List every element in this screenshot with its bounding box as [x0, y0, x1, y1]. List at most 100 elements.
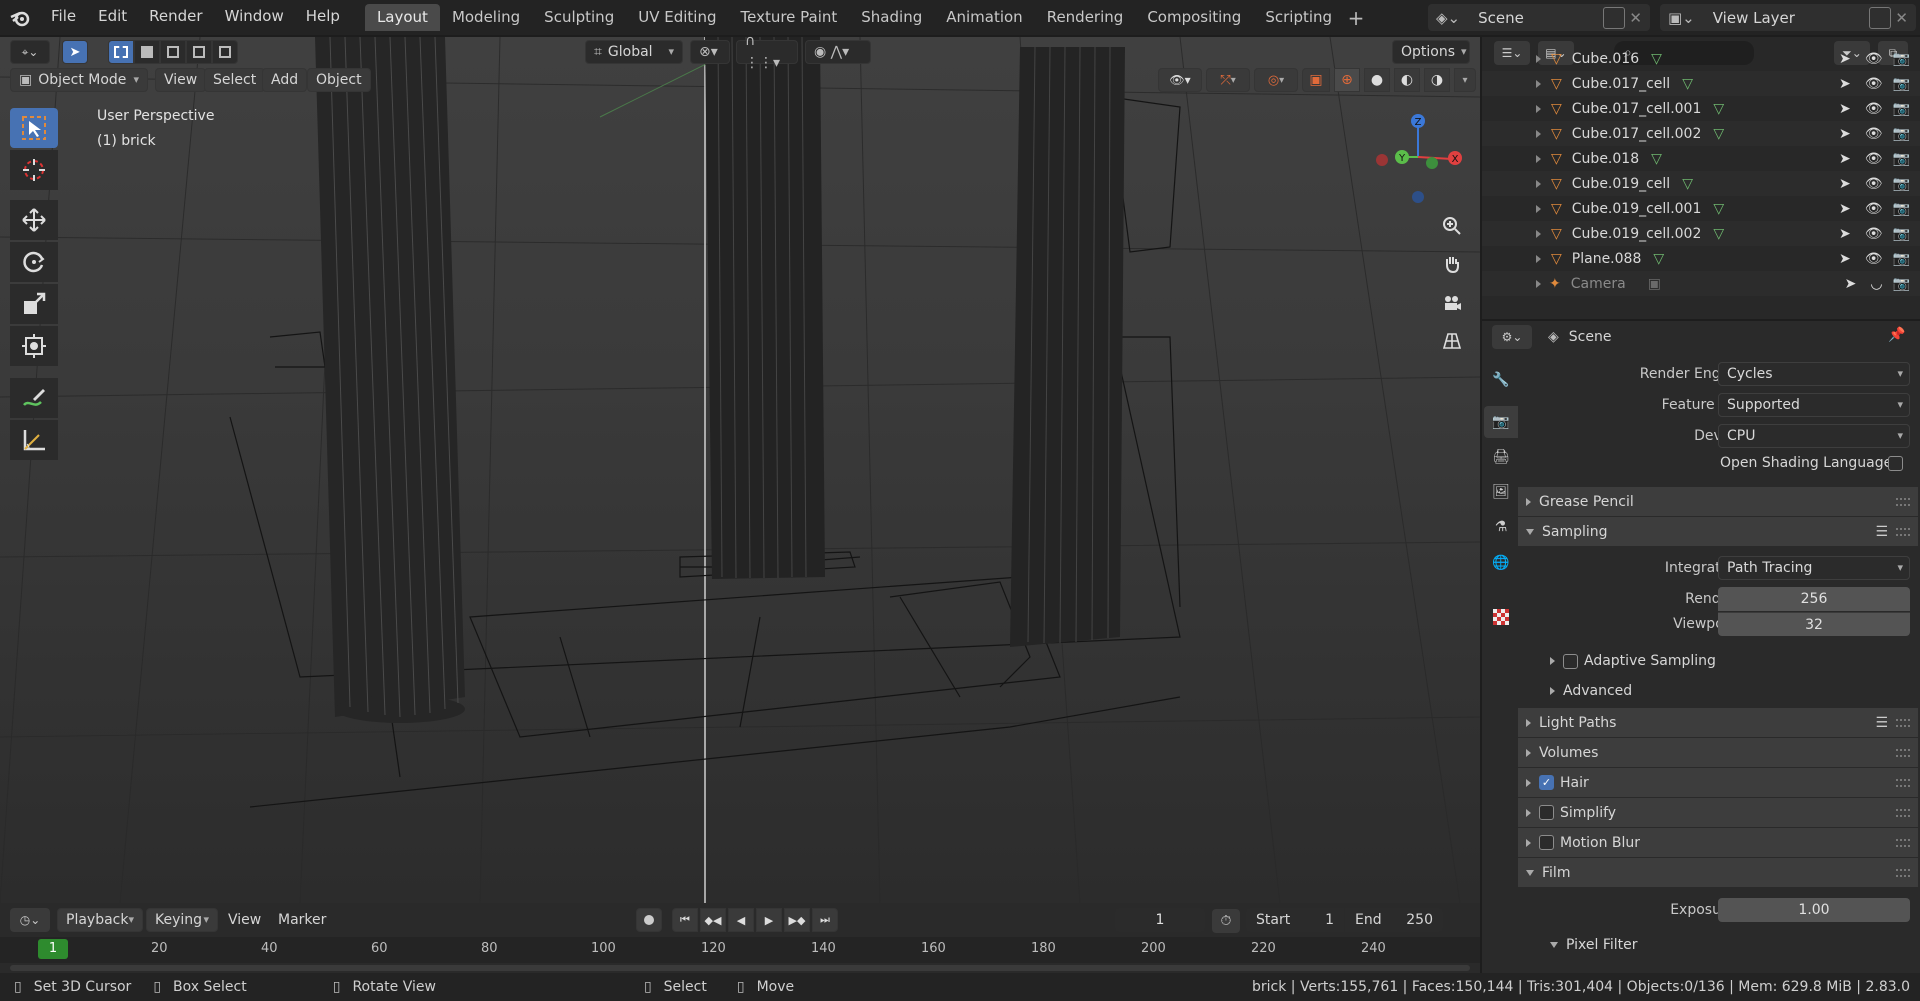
frame-ruler[interactable]: 1 20 40 60 80 100 120 140 160 180 200 220 240: [0, 937, 1480, 963]
play-icon[interactable]: ▶: [756, 908, 782, 932]
playhead-indicator[interactable]: 1: [38, 939, 68, 959]
camera-data-icon[interactable]: ▣: [1648, 276, 1661, 292]
render-camera-icon[interactable]: 📷: [1893, 226, 1910, 242]
scene-selector[interactable]: ◈⌄ Scene ✕: [1428, 4, 1650, 31]
menu-help[interactable]: Help: [295, 0, 351, 35]
visibility-eye-icon[interactable]: 👁: [1865, 176, 1883, 192]
timeline-scrollbar[interactable]: [10, 965, 1470, 971]
drag-handle-icon[interactable]: [1896, 778, 1910, 787]
mesh-data-icon[interactable]: ▽: [1713, 101, 1724, 117]
visibility-eye-icon[interactable]: 👁: [1865, 251, 1883, 267]
selectable-arrow-icon[interactable]: ➤: [1839, 176, 1851, 192]
transform-tool-icon[interactable]: [10, 326, 58, 366]
menu-window[interactable]: Window: [214, 0, 295, 35]
drag-handle-icon[interactable]: [1896, 808, 1910, 817]
visibility-eye-icon[interactable]: 👁: [1865, 151, 1883, 167]
expand-arrow-icon[interactable]: [1536, 54, 1541, 63]
add-workspace-button[interactable]: +: [1344, 6, 1368, 30]
render-engine-dropdown[interactable]: Cycles ▾: [1718, 362, 1910, 386]
select-extend-icon[interactable]: [134, 40, 160, 64]
render-camera-icon[interactable]: 📷: [1893, 176, 1910, 192]
selectable-arrow-icon[interactable]: ➤: [1839, 126, 1851, 142]
selectable-arrow-icon[interactable]: ➤: [1839, 51, 1851, 67]
pivot-point-dropdown[interactable]: ⊗▾: [690, 40, 730, 64]
playback-menu[interactable]: Playback ▾: [57, 908, 143, 932]
move-tool-icon[interactable]: [10, 200, 58, 240]
menu-object[interactable]: Object: [307, 68, 371, 92]
expand-arrow-icon[interactable]: [1536, 104, 1541, 113]
select-mode-cursor-icon[interactable]: ➤: [62, 40, 88, 64]
selectable-arrow-icon[interactable]: ➤: [1839, 76, 1851, 92]
zoom-icon[interactable]: [1435, 209, 1469, 243]
snapping-group[interactable]: ∩ ⋮⋮▾: [736, 33, 798, 71]
outliner-row[interactable]: ▽ Cube.017_cell.002 ▽ ➤ 👁 📷: [1482, 121, 1920, 146]
new-view-layer-icon[interactable]: [1869, 6, 1892, 29]
keying-menu[interactable]: Keying ▾: [146, 908, 218, 932]
tab-compositing[interactable]: Compositing: [1135, 4, 1253, 31]
navigation-gizmo[interactable]: Z X Y: [1370, 105, 1474, 209]
panel-light-paths[interactable]: Light Paths ☰: [1518, 708, 1918, 737]
jump-start-icon[interactable]: ⏮: [672, 908, 698, 932]
subpanel-advanced[interactable]: Advanced: [1542, 683, 1632, 699]
mesh-data-icon[interactable]: ▽: [1713, 126, 1724, 142]
feature-set-dropdown[interactable]: Supported ▾: [1718, 393, 1910, 417]
integrator-dropdown[interactable]: Path Tracing ▾: [1718, 556, 1910, 580]
render-camera-icon[interactable]: 📷: [1893, 201, 1910, 217]
osl-checkbox[interactable]: [1888, 455, 1903, 471]
start-frame-field[interactable]: Start 1: [1246, 908, 1344, 932]
visibility-eye-icon[interactable]: 👁: [1865, 226, 1883, 242]
selectable-arrow-icon[interactable]: ➤: [1839, 226, 1851, 242]
mesh-data-icon[interactable]: ▽: [1651, 51, 1662, 67]
selectable-arrow-icon[interactable]: ➤: [1845, 276, 1857, 292]
outliner-row[interactable]: ▽ Cube.019_cell.002 ▽ ➤ 👁 📷: [1482, 221, 1920, 246]
blender-logo-icon[interactable]: [0, 0, 40, 35]
properties-editor-type-icon[interactable]: ⚙⌄: [1492, 325, 1532, 349]
drag-handle-icon[interactable]: [1896, 748, 1910, 757]
render-camera-icon[interactable]: 📷: [1893, 101, 1910, 117]
drag-handle-icon[interactable]: [1896, 497, 1910, 506]
outliner-row[interactable]: ▽ Cube.019_cell.001 ▽ ➤ 👁 📷: [1482, 196, 1920, 221]
render-camera-icon[interactable]: 📷: [1893, 251, 1910, 267]
visibility-eye-icon[interactable]: 👁: [1865, 101, 1883, 117]
tab-layout[interactable]: Layout: [364, 4, 440, 31]
tool-props-tab-icon[interactable]: 🔧: [1484, 364, 1518, 396]
view-layer-props-tab-icon[interactable]: 🖼: [1484, 476, 1518, 508]
expand-arrow-icon[interactable]: [1536, 279, 1541, 288]
selectable-arrow-icon[interactable]: ➤: [1839, 201, 1851, 217]
menu-file[interactable]: File: [40, 0, 87, 35]
mesh-data-icon[interactable]: ▽: [1713, 201, 1724, 217]
drag-handle-icon[interactable]: [1896, 527, 1910, 536]
proportional-editing-group[interactable]: ◉ ⋀▾: [805, 40, 871, 64]
presets-list-icon[interactable]: ☰: [1875, 524, 1888, 540]
pin-icon[interactable]: 📌: [1888, 327, 1905, 343]
expand-arrow-icon[interactable]: [1536, 179, 1541, 188]
camera-view-icon[interactable]: [1435, 286, 1469, 320]
expand-arrow-icon[interactable]: [1536, 229, 1541, 238]
panel-hair[interactable]: ✓ Hair: [1518, 768, 1918, 797]
expand-arrow-icon[interactable]: [1536, 154, 1541, 163]
timeline-view-menu[interactable]: View: [228, 912, 261, 928]
drag-handle-icon[interactable]: [1896, 868, 1910, 877]
rotate-tool-icon[interactable]: [10, 242, 58, 282]
simplify-checkbox[interactable]: [1539, 805, 1554, 820]
subpanel-adaptive-sampling[interactable]: Adaptive Sampling: [1542, 653, 1716, 669]
outliner-row[interactable]: ▽ Cube.019_cell ▽ ➤ 👁 📷: [1482, 171, 1920, 196]
next-keyframe-icon[interactable]: ▶◆: [784, 908, 810, 932]
render-camera-icon[interactable]: 📷: [1893, 151, 1910, 167]
3d-viewport[interactable]: [0, 37, 1480, 903]
render-camera-icon[interactable]: 📷: [1893, 76, 1910, 92]
jump-end-icon[interactable]: ⏭: [812, 908, 838, 932]
play-reverse-icon[interactable]: ◀: [728, 908, 754, 932]
mesh-data-icon[interactable]: ▽: [1682, 76, 1693, 92]
select-subtract-icon[interactable]: [160, 40, 186, 64]
preview-range-clock-icon[interactable]: ⏱: [1212, 909, 1240, 933]
end-frame-field[interactable]: End 250: [1345, 908, 1443, 932]
tab-texture-paint[interactable]: Texture Paint: [728, 4, 849, 31]
panel-grease-pencil[interactable]: Grease Pencil: [1518, 487, 1918, 516]
panel-volumes[interactable]: Volumes: [1518, 738, 1918, 767]
output-props-tab-icon[interactable]: 🖨: [1484, 441, 1518, 473]
editor-type-icon[interactable]: ⌖⌄: [10, 40, 50, 64]
menu-view[interactable]: View: [155, 68, 207, 92]
outliner-row[interactable]: ▽ Plane.088 ▽ ➤ 👁 📷: [1482, 246, 1920, 271]
render-samples-field[interactable]: 256: [1718, 587, 1910, 611]
